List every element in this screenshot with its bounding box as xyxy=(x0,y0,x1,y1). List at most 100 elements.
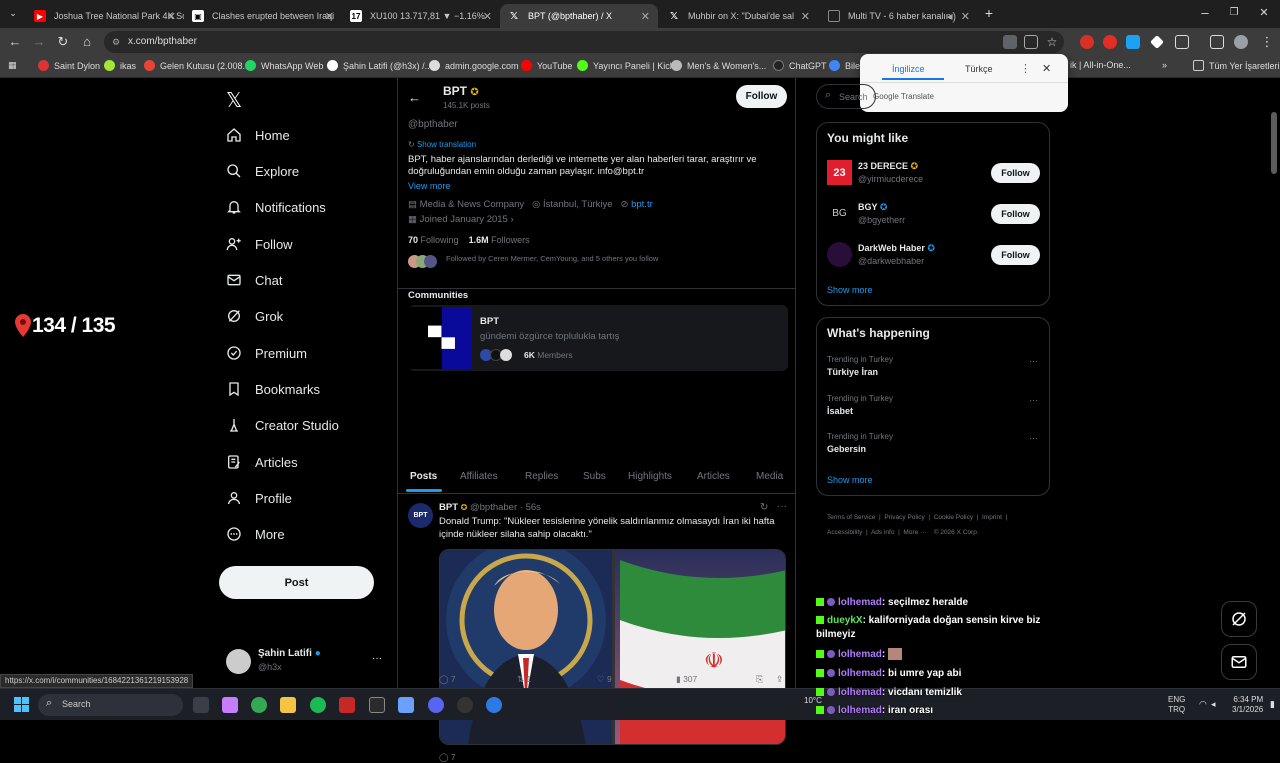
forward-icon[interactable]: → xyxy=(30,33,48,51)
share-icon[interactable]: ⇪ xyxy=(776,674,784,685)
back-arrow-icon[interactable]: ← xyxy=(408,90,421,105)
show-more-link[interactable]: Show more xyxy=(827,285,873,295)
extension-icon[interactable] xyxy=(1080,35,1094,49)
address-bar[interactable]: ⚙ x.com/bpthaber xyxy=(104,31,1064,53)
nav-bookmarks[interactable]: Bookmarks xyxy=(226,381,320,397)
browser-tab-active[interactable]: 𝕏 BPT (@bpthaber) / X ✕ xyxy=(500,4,658,28)
view-more-link[interactable]: View more xyxy=(408,181,450,191)
close-window-button[interactable]: ✕ xyxy=(1255,4,1273,22)
tab-subs[interactable]: Subs xyxy=(583,471,606,482)
speaker-icon[interactable]: ◂) xyxy=(947,10,956,23)
more-horizontal-icon[interactable]: ··· xyxy=(777,501,787,512)
app-icon[interactable] xyxy=(398,697,414,713)
post-button[interactable]: Post xyxy=(219,566,374,599)
followers-link[interactable]: Followers xyxy=(491,235,530,245)
discord-icon[interactable] xyxy=(428,697,444,713)
tab-articles[interactable]: Articles xyxy=(697,471,730,482)
bookmark-item[interactable]: WhatsApp Web xyxy=(245,60,323,71)
follow-button[interactable]: Follow xyxy=(991,245,1040,265)
bookmark-item[interactable]: Şahin Latifi (@h3x) /... xyxy=(327,60,432,71)
clock[interactable]: 6:34 PM 3/1/2026 xyxy=(1232,695,1263,715)
trend-item[interactable]: Trending in Turkey İsabet xyxy=(827,394,893,416)
trend-item[interactable]: Trending in Turkey Gebersin xyxy=(827,432,893,454)
translate-source-tab[interactable]: İngilizce xyxy=(892,64,925,74)
reply-button[interactable]: ◯ 7 xyxy=(439,674,456,685)
star-icon[interactable]: ☆ xyxy=(1043,33,1061,51)
home-icon[interactable]: ⌂ xyxy=(78,33,96,51)
following-link[interactable]: Following xyxy=(421,235,459,245)
extension-icon[interactable] xyxy=(1126,35,1140,49)
nav-articles[interactable]: Articles xyxy=(226,454,298,470)
translate-icon[interactable] xyxy=(1003,35,1017,49)
extension-icon[interactable] xyxy=(1150,35,1164,49)
nav-profile[interactable]: Profile xyxy=(226,490,292,506)
tab-replies[interactable]: Replies xyxy=(525,471,558,482)
account-switcher[interactable]: Şahin Latifi ● @h3x ··· xyxy=(226,647,391,677)
grok-icon[interactable]: ↻ xyxy=(760,502,768,513)
avatar[interactable]: 23 xyxy=(827,160,852,185)
menu-icon[interactable]: ⋮ xyxy=(1258,33,1276,51)
tab-search-icon[interactable]: ⌄ xyxy=(4,4,22,22)
close-icon[interactable]: ✕ xyxy=(641,10,650,23)
bookmark-item[interactable]: Yayıncı Paneli | Kick xyxy=(577,60,674,71)
tweet[interactable]: BPT BPT ✪ @bpthaber · 56s ↻ ··· Donald T… xyxy=(398,494,795,762)
views-button[interactable]: ▮ 307 xyxy=(676,674,697,685)
bookmark-item[interactable]: Gelen Kutusu (2.008... xyxy=(144,60,250,71)
media-icon[interactable] xyxy=(1210,35,1224,49)
task-view-icon[interactable] xyxy=(193,697,209,713)
bookmark-icon[interactable]: ⎘ xyxy=(756,674,763,685)
back-icon[interactable]: ← xyxy=(6,33,24,51)
suggested-account-name[interactable]: BGY ✪ xyxy=(858,202,887,213)
browser-tab[interactable]: ▶ Joshua Tree National Park 4K Sc ✕ xyxy=(26,4,184,28)
footer-link[interactable]: More ··· xyxy=(903,529,926,536)
nav-chat[interactable]: Chat xyxy=(226,272,282,288)
messages-floating-button[interactable] xyxy=(1221,644,1257,680)
bookmark-item[interactable]: ChatGPT xyxy=(773,60,827,71)
app-icon[interactable] xyxy=(369,697,385,713)
trend-item[interactable]: Trending in Turkey Türkiye İran xyxy=(827,355,893,377)
file-explorer-icon[interactable] xyxy=(280,697,296,713)
bookmark-item[interactable]: YouTube xyxy=(521,60,572,71)
new-tab-button[interactable]: + xyxy=(980,4,998,22)
close-icon[interactable]: ✕ xyxy=(801,10,810,23)
follow-button[interactable]: Follow xyxy=(991,204,1040,224)
app-icon[interactable] xyxy=(486,697,502,713)
footer-link[interactable]: Terms of Service xyxy=(827,514,875,521)
footer-link[interactable]: Accessibility xyxy=(827,529,862,536)
more-horizontal-icon[interactable]: ··· xyxy=(1029,433,1038,443)
tab-affiliates[interactable]: Affiliates xyxy=(460,471,498,482)
minimize-button[interactable]: – xyxy=(1196,4,1214,22)
scrollbar[interactable] xyxy=(1270,112,1278,682)
footer-link[interactable]: Ads info xyxy=(871,529,895,536)
footer-link[interactable]: Privacy Policy xyxy=(884,514,924,521)
follow-button[interactable]: Follow xyxy=(736,85,787,108)
more-bookmarks-button[interactable]: » xyxy=(1162,60,1167,70)
nav-notifications[interactable]: Notifications xyxy=(226,199,326,215)
nav-premium[interactable]: Premium xyxy=(226,345,307,361)
footer-link[interactable]: Cookie Policy xyxy=(934,514,973,521)
translate-target-tab[interactable]: Türkçe xyxy=(965,64,993,74)
chrome-icon[interactable] xyxy=(251,697,267,713)
close-icon[interactable]: ✕ xyxy=(1042,62,1051,75)
notifications-icon[interactable]: ▮ xyxy=(1270,699,1275,710)
spotify-icon[interactable] xyxy=(310,697,326,713)
copilot-icon[interactable] xyxy=(222,697,238,713)
suggested-account-name[interactable]: 23 DERECE ✪ xyxy=(858,161,918,172)
bookmark-item[interactable]: ikas xyxy=(104,60,136,71)
browser-tab[interactable]: 17 XU100 13.717,81 ▼ −1.16% ✕ xyxy=(342,4,500,28)
windows-start-icon[interactable] xyxy=(14,697,30,713)
extension-icon[interactable] xyxy=(1103,35,1117,49)
tab-posts[interactable]: Posts xyxy=(410,471,437,482)
close-icon[interactable]: ✕ xyxy=(483,10,492,23)
restore-button[interactable]: ❐ xyxy=(1225,4,1243,22)
avatar[interactable]: BPT xyxy=(408,503,433,528)
reply-button[interactable]: ◯ 7 xyxy=(439,752,456,763)
close-icon[interactable]: ✕ xyxy=(167,10,176,23)
followed-by-text[interactable]: Followed by Ceren Mermer, CemYoung, and … xyxy=(446,254,658,263)
more-horizontal-icon[interactable]: ··· xyxy=(372,653,382,664)
follow-button[interactable]: Follow xyxy=(991,163,1040,183)
all-bookmarks-folder[interactable]: Tüm Yer İşaretleri xyxy=(1193,60,1280,71)
site-info-icon[interactable]: ⚙ xyxy=(112,31,120,53)
avatar[interactable] xyxy=(1234,35,1248,49)
nav-explore[interactable]: Explore xyxy=(226,163,299,179)
